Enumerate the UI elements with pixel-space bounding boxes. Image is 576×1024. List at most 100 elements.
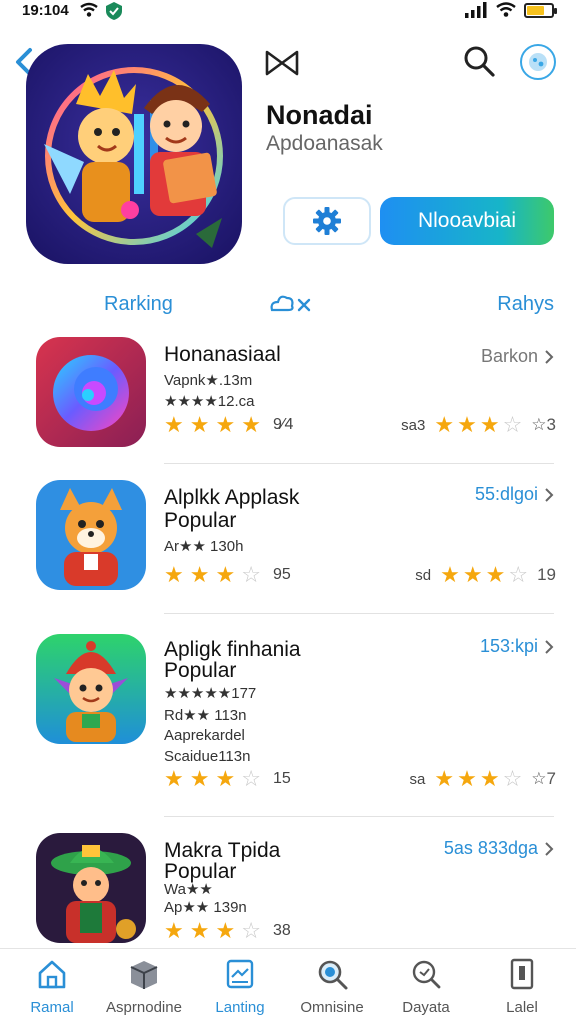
star-filled-icon: ★ <box>215 766 236 791</box>
nav-label: Lanting <box>215 999 265 1016</box>
app-item-line: Popular <box>164 509 237 532</box>
list-divider <box>164 816 554 817</box>
nav-label: Asprnodine <box>106 999 182 1016</box>
app-item-line: ★★★★12.ca <box>164 393 255 410</box>
chevron-right-icon <box>545 841 554 856</box>
star-filled-icon: ★ <box>241 412 261 437</box>
magnifier-icon <box>378 955 474 993</box>
star-filled-icon: ★ <box>189 918 210 943</box>
box-icon <box>96 955 192 993</box>
star-empty-icon: ☆ <box>508 562 529 587</box>
nav-label: Dayata <box>402 999 450 1016</box>
search-button[interactable] <box>462 44 496 83</box>
app-item-stars: ★ ★ ★ ☆ 38 <box>164 920 291 942</box>
app-item-action-label: 55:dlgoi <box>474 484 538 504</box>
chevron-right-icon <box>545 349 554 364</box>
wifi-icon <box>496 2 516 17</box>
star-filled-icon: ★ <box>215 412 236 437</box>
star-filled-icon: ★ <box>479 766 500 791</box>
rating-suffix: ☆3 <box>531 415 556 434</box>
app-icon <box>26 44 242 264</box>
shield-icon <box>104 1 124 26</box>
app-item-rating: sa ★ ★ ★ ☆ ☆7 <box>410 768 556 790</box>
rating-suffix: ☆7 <box>531 769 556 788</box>
nav-item-lanting[interactable]: Lanting <box>192 955 288 1016</box>
signal-icon <box>465 2 487 18</box>
nav-item-ramal[interactable]: Ramal <box>4 955 100 1016</box>
nav-item-omnisine[interactable]: Omnisine <box>284 955 380 1016</box>
app-item-rating: sa3 ★ ★ ★ ☆ ☆3 <box>401 414 556 436</box>
app-item-action-label: Barkon <box>480 346 538 366</box>
download-button[interactable]: Nlooavbiai <box>380 197 554 245</box>
app-title: Nonadai <box>266 100 373 130</box>
app-item-line: Vapnk★.13m <box>164 372 253 389</box>
app-subtitle: Apdoanasak <box>266 132 383 155</box>
rating-prefix: sa <box>409 770 426 788</box>
nav-item-asprnodine[interactable]: Asprnodine <box>96 955 192 1016</box>
star-filled-icon: ★ <box>434 766 455 791</box>
status-bar: 19:104 <box>0 0 576 26</box>
nav-label: Omnisine <box>300 999 364 1016</box>
chart-icon <box>192 955 288 993</box>
nav-item-dayata[interactable]: Dayata <box>378 955 474 1016</box>
tab-rahys[interactable]: Rahys <box>497 293 554 316</box>
star-filled-icon: ★ <box>462 562 483 587</box>
app-item-star-count: 95 <box>272 566 291 583</box>
star-empty-icon: ☆ <box>241 562 261 587</box>
app-item-star-count: 9⁄4 <box>272 416 294 433</box>
settings-button[interactable] <box>283 197 371 245</box>
profile-button[interactable] <box>520 44 556 80</box>
star-filled-icon: ★ <box>164 562 184 587</box>
nav-label: Lalel <box>506 999 538 1016</box>
rating-suffix: 19 <box>537 565 556 584</box>
app-item-icon[interactable] <box>36 634 146 744</box>
app-item-line: Wa★★ <box>164 881 213 898</box>
app-item-line: Aaprekardel <box>164 727 245 744</box>
star-filled-icon: ★ <box>457 766 477 791</box>
star-filled-icon: ★ <box>189 412 210 437</box>
app-item-line: Popular <box>164 659 237 682</box>
star-empty-icon: ☆ <box>241 918 261 943</box>
star-filled-icon: ★ <box>440 562 460 587</box>
app-item-line: Scaidue113n <box>164 748 251 765</box>
app-item-stars: ★ ★ ★ ☆ 15 <box>164 768 291 790</box>
star-filled-icon: ★ <box>189 562 210 587</box>
status-indicators <box>464 2 557 18</box>
gear-icon <box>313 207 341 235</box>
tab-cloud-shuffle[interactable] <box>268 292 314 321</box>
app-item-icon[interactable] <box>36 833 146 943</box>
app-item-action[interactable]: 153:kpi <box>480 636 554 657</box>
chevron-right-icon <box>545 487 554 502</box>
app-item-icon[interactable] <box>36 337 146 447</box>
app-item-star-count: 15 <box>272 770 291 787</box>
rating-prefix: sa3 <box>401 416 426 434</box>
search-icon <box>284 955 380 993</box>
star-filled-icon: ★ <box>164 766 184 791</box>
star-filled-icon: ★ <box>164 412 184 437</box>
star-filled-icon: ★ <box>479 412 500 437</box>
star-filled-icon: ★ <box>215 918 236 943</box>
rating-prefix: sd <box>415 566 432 584</box>
tab-ranking[interactable]: Rarking <box>104 293 173 316</box>
list-divider <box>164 463 554 464</box>
app-item-action[interactable]: 55:dlgoi <box>475 484 554 505</box>
app-item-icon[interactable] <box>36 480 146 590</box>
home-icon <box>4 955 100 993</box>
star-empty-icon: ☆ <box>502 766 523 791</box>
star-filled-icon: ★ <box>164 918 184 943</box>
app-item-line: ★★★★★177 <box>164 685 257 702</box>
bottom-nav: Ramal Asprnodine Lanting Omnisine Dayata Lale… <box>0 948 576 1024</box>
star-empty-icon: ☆ <box>502 412 523 437</box>
globe-icon <box>529 53 547 71</box>
app-item-action[interactable]: Barkon <box>481 346 554 367</box>
star-filled-icon: ★ <box>457 412 477 437</box>
app-item-line: Ar★★ 130h <box>164 538 244 555</box>
status-time: 19:104 <box>22 2 69 19</box>
bowtie-icon[interactable] <box>264 48 300 83</box>
star-filled-icon: ★ <box>434 412 455 437</box>
app-item-action[interactable]: 5as 833dga <box>444 838 554 859</box>
nav-item-lalel[interactable]: Lalel <box>474 955 570 1016</box>
search-icon <box>464 46 495 77</box>
app-item-title: Alplkk Applask <box>164 486 300 509</box>
app-item-star-count: 38 <box>272 922 291 939</box>
